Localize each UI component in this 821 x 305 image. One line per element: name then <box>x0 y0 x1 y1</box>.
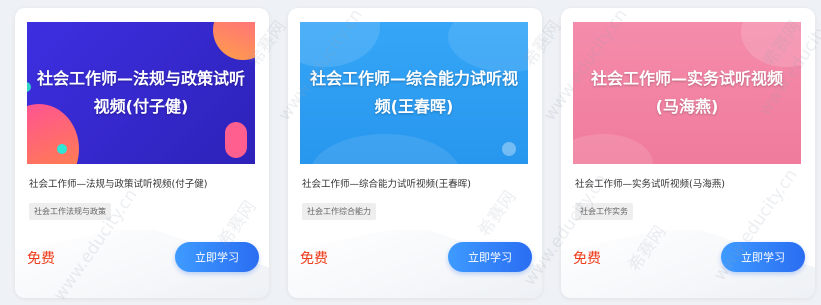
start-learning-button[interactable]: 立即学习 <box>448 242 532 272</box>
start-learning-button[interactable]: 立即学习 <box>175 242 259 272</box>
course-card[interactable]: 社会工作师—法规与政策试听视频(付子健) 社会工作师—法规与政策试听视频(付子健… <box>15 8 269 298</box>
decor-blob <box>502 142 516 156</box>
course-thumbnail[interactable]: 社会工作师—实务试听视频(马海燕) <box>573 22 801 164</box>
price-label: 免费 <box>573 251 601 267</box>
course-title[interactable]: 社会工作师—实务试听视频(马海燕) <box>575 176 807 190</box>
start-learning-button[interactable]: 立即学习 <box>721 242 805 272</box>
course-card[interactable]: 社会工作师—综合能力试听视频(王春晖) 社会工作师—综合能力试听视频(王春晖) … <box>288 8 542 298</box>
course-thumbnail[interactable]: 社会工作师—综合能力试听视频(王春晖) <box>300 22 528 164</box>
course-card[interactable]: 社会工作师—实务试听视频(马海燕) 社会工作师—实务试听视频(马海燕) 社会工作… <box>561 8 815 298</box>
course-title[interactable]: 社会工作师—综合能力试听视频(王春晖) <box>302 176 534 190</box>
decor-blob <box>57 144 67 154</box>
price-label: 免费 <box>27 251 55 267</box>
price-label: 免费 <box>300 251 328 267</box>
decor-blob <box>310 134 460 164</box>
category-tag: 社会工作综合能力 <box>302 203 376 220</box>
thumbnail-title: 社会工作师—综合能力试听视频(王春晖) <box>309 69 518 116</box>
course-thumbnail[interactable]: 社会工作师—法规与政策试听视频(付子健) <box>27 22 255 164</box>
decor-blob <box>213 22 255 60</box>
category-tag: 社会工作实务 <box>575 203 633 220</box>
decor-blob <box>225 122 247 158</box>
thumbnail-title: 社会工作师—实务试听视频(马海燕) <box>590 69 783 116</box>
decor-blob <box>741 22 801 67</box>
course-title[interactable]: 社会工作师—法规与政策试听视频(付子健) <box>29 176 261 190</box>
decor-blob <box>300 22 380 67</box>
thumbnail-title: 社会工作师—法规与政策试听视频(付子健) <box>36 69 245 116</box>
decor-blob <box>573 134 653 164</box>
category-tag: 社会工作法规与政策 <box>29 203 111 220</box>
